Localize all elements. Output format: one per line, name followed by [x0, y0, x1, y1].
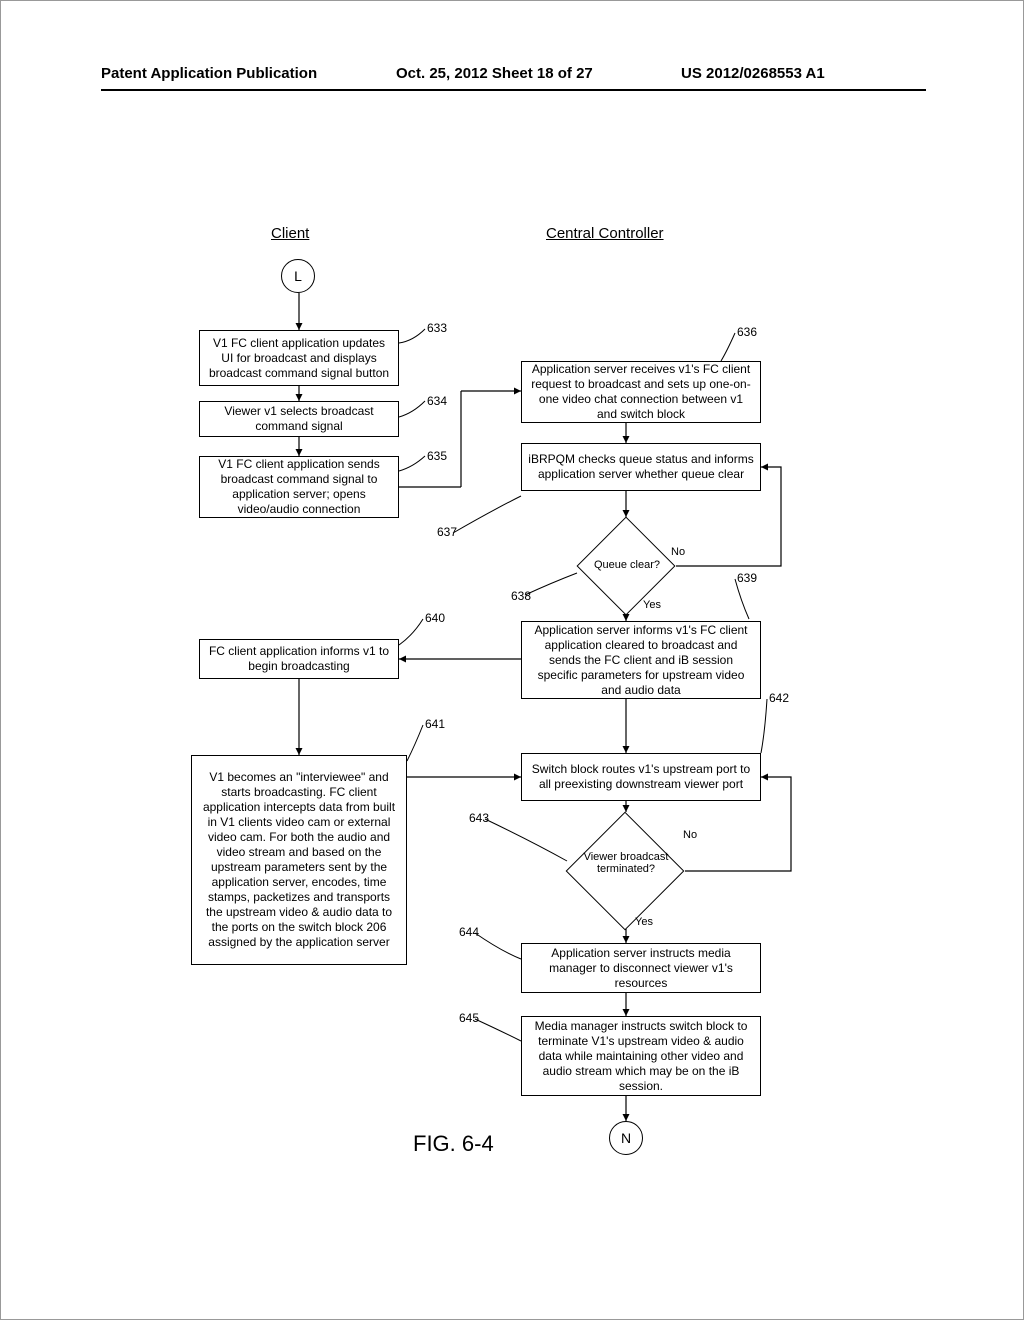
connector-N: N	[609, 1121, 643, 1155]
box-633: V1 FC client application updates UI for …	[199, 330, 399, 386]
connector-N-label: N	[621, 1130, 631, 1146]
box-645-text: Media manager instructs switch block to …	[528, 1019, 754, 1094]
edge-yes-638: Yes	[643, 599, 661, 611]
edge-no-638: No	[671, 546, 685, 558]
ref-643: 643	[469, 811, 489, 825]
box-639-text: Application server informs v1's FC clien…	[528, 623, 754, 698]
connector-L: L	[281, 259, 315, 293]
ref-641: 641	[425, 717, 445, 731]
box-642: Switch block routes v1's upstream port t…	[521, 753, 761, 801]
ref-638: 638	[511, 589, 531, 603]
box-633-text: V1 FC client application updates UI for …	[206, 336, 392, 381]
box-639: Application server informs v1's FC clien…	[521, 621, 761, 699]
ref-645: 645	[459, 1011, 479, 1025]
header-right: US 2012/0268553 A1	[681, 65, 825, 82]
box-635-text: V1 FC client application sends broadcast…	[206, 457, 392, 517]
box-640-text: FC client application informs v1 to begi…	[206, 644, 392, 674]
ref-636: 636	[737, 325, 757, 339]
box-635: V1 FC client application sends broadcast…	[199, 456, 399, 518]
box-642-text: Switch block routes v1's upstream port t…	[528, 762, 754, 792]
box-645: Media manager instructs switch block to …	[521, 1016, 761, 1096]
box-644-text: Application server instructs media manag…	[528, 946, 754, 991]
box-641-text: V1 becomes an "interviewee" and starts b…	[198, 770, 400, 950]
flow-arrows	[1, 1, 1024, 1321]
ref-642: 642	[769, 691, 789, 705]
ref-633: 633	[427, 321, 447, 335]
header-left: Patent Application Publication	[101, 65, 317, 82]
header-mid: Oct. 25, 2012 Sheet 18 of 27	[396, 65, 593, 82]
box-637-text: iBRPQM checks queue status and informs a…	[528, 452, 754, 482]
box-634-text: Viewer v1 selects broadcast command sign…	[206, 404, 392, 434]
box-636: Application server receives v1's FC clie…	[521, 361, 761, 423]
ref-644: 644	[459, 925, 479, 939]
ref-640: 640	[425, 611, 445, 625]
diamond-638-label: Queue clear?	[567, 559, 687, 571]
page-frame: Patent Application Publication Oct. 25, …	[0, 0, 1024, 1320]
box-634: Viewer v1 selects broadcast command sign…	[199, 401, 399, 437]
ref-639: 639	[737, 571, 757, 585]
ref-635: 635	[427, 449, 447, 463]
edge-yes-643: Yes	[635, 916, 653, 928]
column-title-controller: Central Controller	[546, 225, 664, 242]
diamond-643-label: Viewer broadcast terminated?	[566, 851, 686, 875]
box-644: Application server instructs media manag…	[521, 943, 761, 993]
column-title-client: Client	[271, 225, 309, 242]
header-rule	[101, 89, 926, 91]
figure-label: FIG. 6-4	[413, 1131, 494, 1157]
box-637: iBRPQM checks queue status and informs a…	[521, 443, 761, 491]
edge-no-643: No	[683, 829, 697, 841]
box-641: V1 becomes an "interviewee" and starts b…	[191, 755, 407, 965]
ref-637: 637	[437, 525, 457, 539]
ref-634: 634	[427, 394, 447, 408]
box-640: FC client application informs v1 to begi…	[199, 639, 399, 679]
box-636-text: Application server receives v1's FC clie…	[528, 362, 754, 422]
connector-L-label: L	[294, 268, 302, 284]
